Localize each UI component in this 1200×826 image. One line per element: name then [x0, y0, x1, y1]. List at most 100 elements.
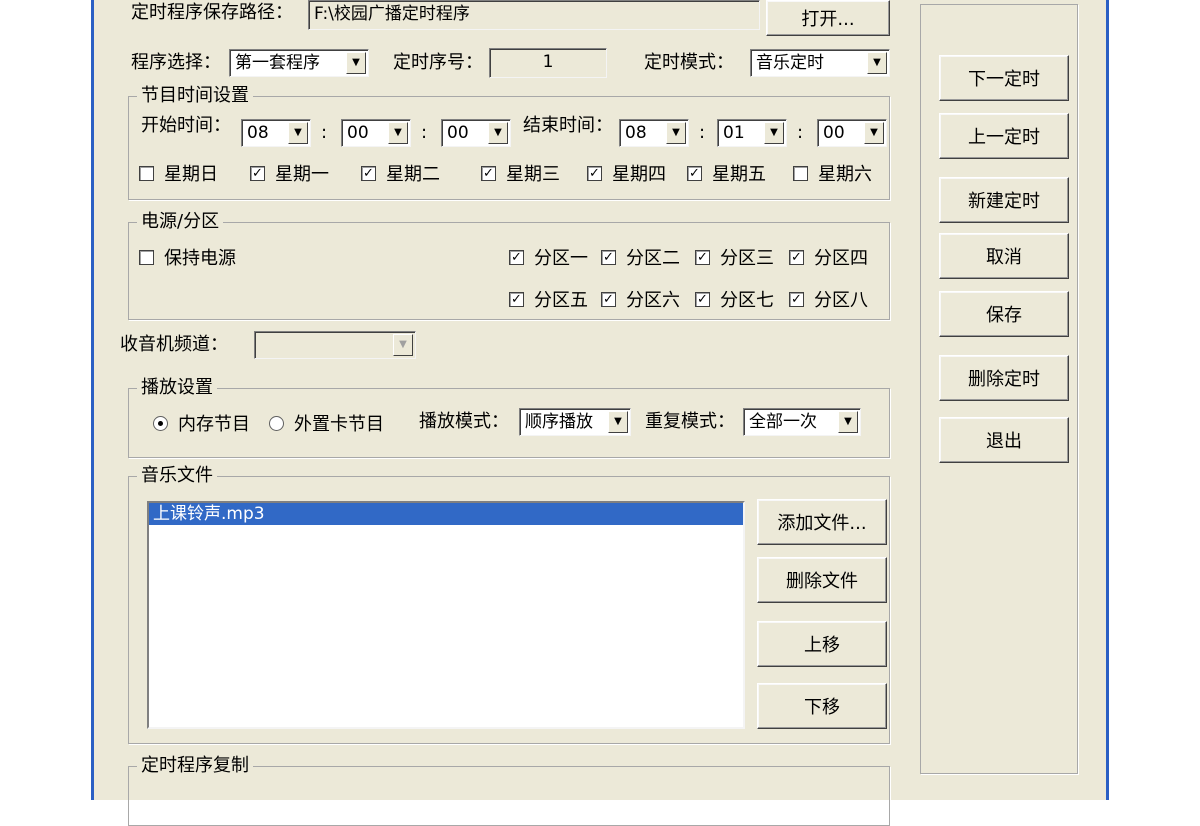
weekday-monday-checkbox[interactable]: ✓ 星期一	[250, 161, 329, 185]
list-item[interactable]: 上课铃声.mp3	[149, 503, 743, 525]
check-icon[interactable]: ✓	[601, 291, 616, 307]
timer-mode-select[interactable]: 音乐定时 ▼	[750, 49, 890, 77]
check-icon[interactable]: ✓	[509, 291, 524, 307]
chevron-down-icon[interactable]: ▼	[864, 122, 884, 144]
keep-power-label: 保持电源	[164, 248, 236, 269]
zone-1-checkbox[interactable]: ✓ 分区一	[509, 245, 588, 269]
time-separator: :	[699, 122, 706, 143]
move-up-button[interactable]: 上移	[757, 621, 887, 667]
play-mode-select[interactable]: 顺序播放 ▼	[519, 408, 631, 436]
radio-dot[interactable]	[153, 415, 168, 431]
open-button[interactable]: 打开...	[766, 0, 890, 36]
zone-6-checkbox[interactable]: ✓ 分区六	[601, 287, 680, 311]
start-hour-value: 08	[247, 123, 269, 143]
check-icon[interactable]: ✓	[695, 249, 710, 265]
weekday-saturday-checkbox[interactable]: 星期六	[793, 161, 872, 185]
checkbox-box[interactable]	[139, 249, 154, 265]
weekday-label: 星期日	[164, 164, 218, 185]
time-separator: :	[321, 122, 328, 143]
zone-2-checkbox[interactable]: ✓ 分区二	[601, 245, 680, 269]
source-external-radio[interactable]: 外置卡节目	[269, 411, 384, 435]
check-icon[interactable]: ✓	[361, 165, 376, 181]
start-second-value: 00	[447, 123, 469, 143]
weekday-thursday-checkbox[interactable]: ✓ 星期四	[587, 161, 666, 185]
chevron-down-icon[interactable]: ▼	[838, 411, 858, 433]
chevron-down-icon[interactable]: ▼	[393, 334, 413, 356]
check-icon[interactable]: ✓	[587, 165, 602, 181]
move-down-button[interactable]: 下移	[757, 683, 887, 729]
exit-button[interactable]: 退出	[939, 417, 1069, 463]
end-second-select[interactable]: 00 ▼	[817, 119, 887, 147]
weekday-label: 星期五	[712, 164, 766, 185]
music-file-list[interactable]: 上课铃声.mp3	[147, 501, 745, 729]
check-icon[interactable]: ✓	[601, 249, 616, 265]
weekday-friday-checkbox[interactable]: ✓ 星期五	[687, 161, 766, 185]
source-internal-label: 内存节目	[178, 414, 250, 435]
weekday-label: 星期二	[386, 164, 440, 185]
radio-dot[interactable]	[269, 415, 284, 431]
chevron-down-icon[interactable]: ▼	[346, 52, 366, 74]
check-icon[interactable]: ✓	[687, 165, 702, 181]
start-second-select[interactable]: 00 ▼	[441, 119, 511, 147]
zone-4-checkbox[interactable]: ✓ 分区四	[789, 245, 868, 269]
zone-7-checkbox[interactable]: ✓ 分区七	[695, 287, 774, 311]
start-minute-value: 00	[347, 123, 369, 143]
zone-5-checkbox[interactable]: ✓ 分区五	[509, 287, 588, 311]
zone-label: 分区一	[534, 248, 588, 269]
checkbox-box[interactable]	[793, 165, 808, 181]
next-timer-button[interactable]: 下一定时	[939, 55, 1069, 101]
chevron-down-icon[interactable]: ▼	[666, 122, 686, 144]
start-hour-select[interactable]: 08 ▼	[241, 119, 311, 147]
source-internal-radio[interactable]: 内存节目	[153, 411, 250, 435]
end-hour-select[interactable]: 08 ▼	[619, 119, 689, 147]
zone-8-checkbox[interactable]: ✓ 分区八	[789, 287, 868, 311]
prev-timer-button[interactable]: 上一定时	[939, 113, 1069, 159]
time-settings-title: 节目时间设置	[137, 85, 253, 107]
check-icon[interactable]: ✓	[789, 291, 804, 307]
zone-3-checkbox[interactable]: ✓ 分区三	[695, 245, 774, 269]
add-file-button[interactable]: 添加文件...	[757, 499, 887, 545]
check-icon[interactable]: ✓	[509, 249, 524, 265]
cancel-button[interactable]: 取消	[939, 233, 1069, 279]
weekday-wednesday-checkbox[interactable]: ✓ 星期三	[481, 161, 560, 185]
weekday-tuesday-checkbox[interactable]: ✓ 星期二	[361, 161, 440, 185]
zone-label: 分区四	[814, 248, 868, 269]
time-settings-group: 节目时间设置 开始时间： 08 ▼ : 00 ▼ : 00 ▼ 结束时间： 08…	[128, 85, 890, 200]
save-button[interactable]: 保存	[939, 291, 1069, 337]
play-mode-value: 顺序播放	[525, 412, 593, 432]
check-icon[interactable]: ✓	[695, 291, 710, 307]
check-icon[interactable]: ✓	[481, 165, 496, 181]
check-icon[interactable]: ✓	[250, 165, 265, 181]
delete-timer-button[interactable]: 删除定时	[939, 355, 1069, 401]
play-mode-label: 播放模式：	[419, 411, 509, 432]
sequence-label: 定时序号：	[393, 52, 483, 73]
start-minute-select[interactable]: 00 ▼	[341, 119, 411, 147]
save-path-field[interactable]: F:\校园广播定时程序	[308, 0, 760, 30]
delete-file-button[interactable]: 删除文件	[757, 557, 887, 603]
new-timer-button[interactable]: 新建定时	[939, 177, 1069, 223]
chevron-down-icon[interactable]: ▼	[288, 122, 308, 144]
chevron-down-icon[interactable]: ▼	[867, 52, 887, 74]
copy-program-group: 定时程序复制	[128, 755, 890, 826]
play-settings-title: 播放设置	[137, 377, 217, 399]
repeat-mode-select[interactable]: 全部一次 ▼	[743, 408, 861, 436]
chevron-down-icon[interactable]: ▼	[608, 411, 628, 433]
radio-channel-label: 收音机频道：	[120, 334, 228, 355]
weekday-label: 星期一	[275, 164, 329, 185]
chevron-down-icon[interactable]: ▼	[388, 122, 408, 144]
check-icon[interactable]: ✓	[789, 249, 804, 265]
timer-settings-window: 定时程序保存路径： F:\校园广播定时程序 打开... 程序选择： 第一套程序 …	[91, 0, 1109, 826]
program-select[interactable]: 第一套程序 ▼	[229, 49, 369, 77]
repeat-mode-label: 重复模式：	[645, 411, 735, 432]
chevron-down-icon[interactable]: ▼	[764, 122, 784, 144]
sequence-field: 1	[489, 48, 607, 78]
weekday-sunday-checkbox[interactable]: 星期日	[139, 161, 218, 185]
music-files-group: 音乐文件 上课铃声.mp3 添加文件... 删除文件 上移 下移	[128, 465, 890, 744]
keep-power-checkbox[interactable]: 保持电源	[139, 245, 236, 269]
radio-channel-select[interactable]: ▼	[254, 331, 416, 359]
timer-mode-label: 定时模式：	[644, 52, 734, 73]
end-minute-select[interactable]: 01 ▼	[717, 119, 787, 147]
chevron-down-icon[interactable]: ▼	[488, 122, 508, 144]
end-second-value: 00	[823, 123, 845, 143]
checkbox-box[interactable]	[139, 165, 154, 181]
